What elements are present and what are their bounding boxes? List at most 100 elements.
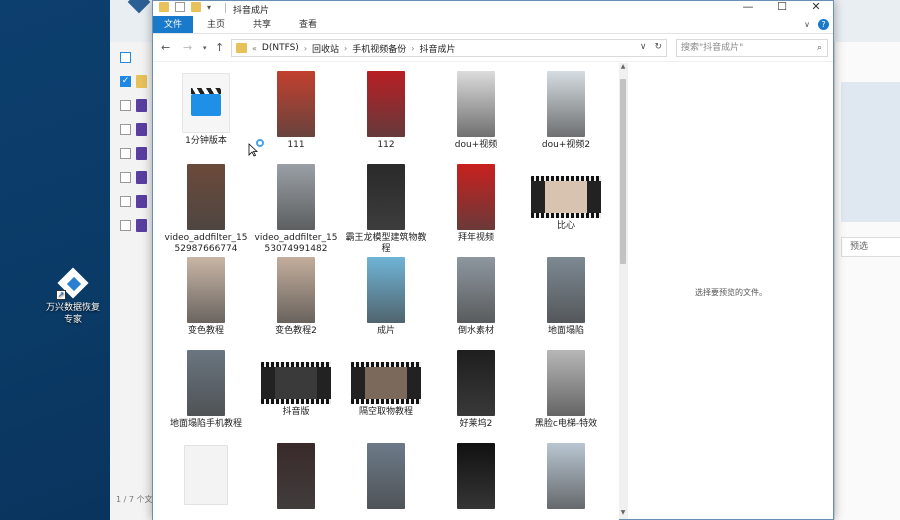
checkbox[interactable] <box>120 100 131 111</box>
chevron-down-icon[interactable]: ▾ <box>207 3 211 12</box>
video-thumbnail <box>367 164 405 230</box>
tab-view[interactable]: 查看 <box>285 16 331 33</box>
video-file-icon <box>182 73 230 133</box>
new-folder-icon[interactable] <box>191 2 201 12</box>
address-bar[interactable]: « D(NTFS) › 回收站 › 手机视频备份 › 抖音成片 ∨ ↻ <box>231 39 667 57</box>
close-button[interactable]: ✕ <box>799 1 833 16</box>
minimize-button[interactable]: — <box>731 1 765 16</box>
chevron-right-icon[interactable]: › <box>411 44 414 53</box>
ribbon-controls: ∨ ? <box>804 19 829 30</box>
checkbox-checked[interactable]: ✓ <box>120 76 131 87</box>
file-item[interactable] <box>521 439 611 520</box>
preview-button[interactable]: 预选 <box>841 237 900 257</box>
tab-share[interactable]: 共享 <box>239 16 285 33</box>
navigation-bar: ← → ▾ ↑ « D(NTFS) › 回收站 › 手机视频备份 › 抖音成片 … <box>153 34 833 62</box>
file-item[interactable]: dou+视频2 <box>521 67 611 160</box>
file-name-label: 1分钟版本 <box>185 136 227 146</box>
file-item[interactable]: 变色教程 <box>161 253 251 346</box>
file-item[interactable]: 112 <box>341 67 431 160</box>
list-item[interactable] <box>110 94 154 118</box>
file-explorer-window: ▾ 抖音成片 — ☐ ✕ 文件 主页 共享 查看 ∨ ? ← → ▾ ↑ « D… <box>152 0 834 520</box>
file-item[interactable]: 倒水素材 <box>431 253 521 346</box>
search-placeholder: 搜索"抖音成片" <box>681 43 744 53</box>
file-name-label: 黑脸c电梯-特效 <box>534 419 598 429</box>
file-item[interactable]: 霸王龙模型建筑物教程 <box>341 160 431 254</box>
breadcrumb-item[interactable]: 手机视频备份 <box>352 42 406 55</box>
breadcrumb-item[interactable]: 抖音成片 <box>419 42 455 55</box>
background-preview-panel: 预选 <box>834 42 900 520</box>
list-item[interactable] <box>110 46 154 70</box>
file-item[interactable] <box>431 439 521 520</box>
list-item[interactable] <box>110 118 154 142</box>
checkbox[interactable] <box>120 172 131 183</box>
list-item[interactable] <box>110 166 154 190</box>
file-item[interactable]: 变色教程2 <box>251 253 341 346</box>
checkbox[interactable] <box>120 124 131 135</box>
scrollbar-thumb[interactable] <box>620 79 626 264</box>
video-thumbnail <box>457 71 495 137</box>
forward-arrow-icon[interactable]: → <box>183 41 192 54</box>
file-item[interactable]: 地面塌陷手机教程 <box>161 346 251 439</box>
list-item[interactable] <box>110 142 154 166</box>
desktop-icon-label: 万兴数据恢复专家 <box>45 303 100 325</box>
scroll-down-icon[interactable]: ▼ <box>619 509 627 519</box>
list-item[interactable] <box>110 214 154 238</box>
file-item[interactable] <box>251 439 341 520</box>
folder-icon[interactable] <box>159 2 169 12</box>
file-item[interactable]: 抖音版 <box>251 346 341 439</box>
breadcrumb-item[interactable]: D(NTFS) <box>262 43 299 53</box>
file-item[interactable]: dou+视频 <box>431 67 521 160</box>
tab-file[interactable]: 文件 <box>153 16 194 33</box>
search-icon[interactable]: ⌕ <box>817 40 822 56</box>
vertical-scrollbar[interactable]: ▲ ▼ <box>619 63 627 519</box>
file-name-label: dou+视频2 <box>541 140 591 150</box>
chevron-down-icon[interactable]: ∨ <box>640 42 647 52</box>
search-input[interactable]: 搜索"抖音成片" ⌕ <box>676 39 828 57</box>
file-item[interactable]: 拜年视频 <box>431 160 521 253</box>
video-thumbnail <box>457 443 495 509</box>
desktop-icon-recovery-app[interactable]: ↗ 万兴数据恢复专家 <box>42 267 104 326</box>
file-item[interactable]: 111 <box>251 67 341 160</box>
file-item[interactable]: 比心 <box>521 160 611 253</box>
breadcrumb-overflow[interactable]: « <box>252 44 257 53</box>
file-item[interactable]: 1分钟版本 <box>161 67 251 160</box>
file-item[interactable]: 黑脸c电梯-特效 <box>521 346 611 439</box>
file-item[interactable]: video_addfilter_1552987666774 <box>161 160 251 254</box>
chevron-right-icon[interactable]: › <box>304 44 307 53</box>
expand-ribbon-icon[interactable]: ∨ <box>804 20 810 29</box>
list-item[interactable]: ✓ <box>110 70 154 94</box>
divider <box>225 3 226 13</box>
file-item[interactable] <box>341 439 431 520</box>
preview-image <box>841 82 900 222</box>
file-name-label: 倒水素材 <box>457 326 494 336</box>
back-arrow-icon[interactable]: ← <box>161 41 170 54</box>
recent-locations-icon[interactable]: ▾ <box>203 44 207 52</box>
tab-home[interactable]: 主页 <box>193 16 239 33</box>
properties-icon[interactable] <box>175 2 185 12</box>
refresh-icon[interactable]: ↻ <box>654 42 662 52</box>
file-item[interactable] <box>161 439 251 520</box>
up-arrow-icon[interactable]: ↑ <box>215 41 224 54</box>
checkbox[interactable] <box>120 220 131 231</box>
checkbox[interactable] <box>120 148 131 159</box>
help-icon[interactable]: ? <box>818 19 829 30</box>
file-item[interactable]: video_addfilter_1553074991482 <box>251 160 341 254</box>
chevron-right-icon[interactable]: › <box>344 44 347 53</box>
breadcrumb-item[interactable]: 回收站 <box>312 42 339 55</box>
file-name-label: 好莱坞2 <box>459 419 493 429</box>
file-item[interactable]: 成片 <box>341 253 431 346</box>
video-thumbnail <box>261 362 331 404</box>
checkbox[interactable] <box>120 196 131 207</box>
file-item[interactable]: 地面塌陷 <box>521 253 611 346</box>
checkbox[interactable] <box>120 52 131 63</box>
scroll-up-icon[interactable]: ▲ <box>619 63 627 73</box>
list-item[interactable] <box>110 190 154 214</box>
maximize-button[interactable]: ☐ <box>765 1 799 16</box>
video-thumbnail <box>277 443 315 509</box>
file-item[interactable]: 隔空取物教程 <box>341 346 431 439</box>
file-name-label: 抖音版 <box>282 407 310 417</box>
video-thumbnail <box>547 443 585 509</box>
file-item[interactable]: 好莱坞2 <box>431 346 521 439</box>
file-name-label: video_addfilter_1552987666774 <box>164 233 248 254</box>
video-thumbnail <box>187 350 225 416</box>
